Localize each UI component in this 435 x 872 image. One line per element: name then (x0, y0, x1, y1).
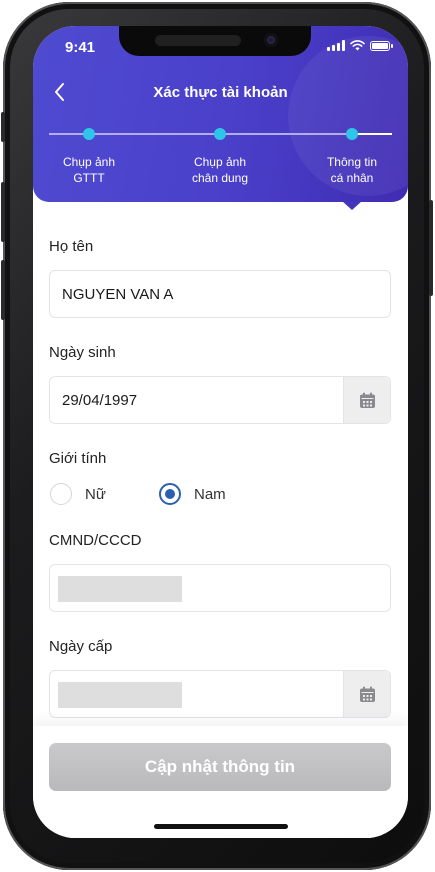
power-button (429, 200, 433, 296)
issue-date-calendar-button[interactable] (343, 671, 390, 717)
name-field[interactable]: NGUYEN VAN A (49, 270, 391, 318)
id-number-label: CMND/CCCD (49, 532, 142, 549)
phone-frame: 9:41 Xác thực tài khoản Chụp ảnh GTTT Ch… (1, 2, 433, 870)
redacted-value-block (58, 576, 182, 602)
step-dot-1 (83, 128, 95, 140)
dob-value: 29/04/1997 (62, 392, 138, 409)
front-camera (264, 33, 278, 47)
calendar-icon (359, 392, 375, 408)
id-number-field[interactable] (49, 564, 391, 612)
issue-date-field[interactable] (49, 670, 391, 718)
name-value: NGUYEN VAN A (62, 286, 174, 303)
step-label-2: Chụp ảnh chân dung (191, 155, 249, 185)
step-dot-3 (346, 128, 358, 140)
issue-date-label: Ngày cấp (49, 638, 113, 655)
update-info-button[interactable]: Cập nhật thông tin (49, 743, 391, 791)
gender-label: Giới tính (49, 450, 107, 467)
volume-down-button (1, 260, 5, 320)
gender-option-male-label[interactable]: Nam (194, 486, 226, 503)
gender-radio-male[interactable] (159, 483, 181, 505)
mute-switch (1, 112, 5, 142)
step-dot-2 (214, 128, 226, 140)
calendar-icon (359, 686, 375, 702)
wifi-icon (350, 40, 365, 51)
volume-up-button (1, 182, 5, 242)
name-label: Họ tên (49, 238, 94, 255)
home-indicator[interactable] (154, 824, 288, 829)
device-notch (119, 26, 311, 56)
gender-radio-female[interactable] (50, 483, 72, 505)
dob-label: Ngày sinh (49, 344, 116, 361)
footer-bar: Cập nhật thông tin (33, 726, 408, 838)
dob-calendar-button[interactable] (343, 377, 390, 423)
current-step-pointer (342, 201, 362, 210)
cellular-signal-icon (327, 40, 345, 51)
status-icons (327, 40, 393, 51)
battery-icon (370, 40, 393, 51)
step-label-1: Chụp ảnh GTTT (62, 155, 116, 185)
dob-field[interactable]: 29/04/1997 (49, 376, 391, 424)
redacted-value-block (58, 682, 182, 708)
step-label-3: Thông tin cá nhân (326, 155, 378, 185)
app-screen: 9:41 Xác thực tài khoản Chụp ảnh GTTT Ch… (33, 26, 408, 838)
stepper-track-remaining (352, 133, 392, 135)
status-time: 9:41 (65, 39, 96, 56)
page-title: Xác thực tài khoản (153, 84, 288, 101)
gender-option-female-label[interactable]: Nữ (85, 486, 106, 503)
